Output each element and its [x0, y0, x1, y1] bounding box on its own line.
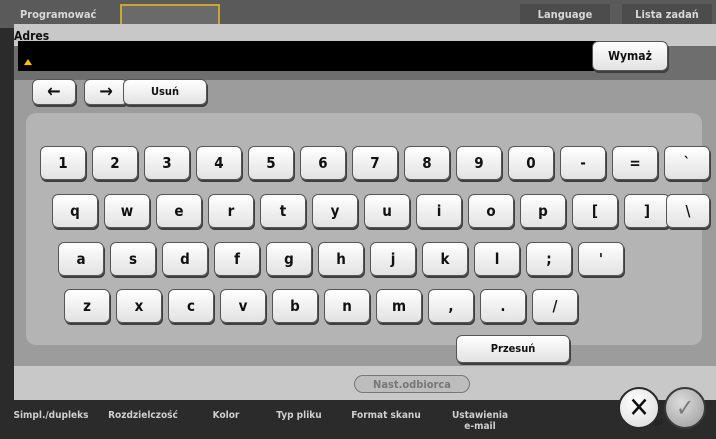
key-period[interactable]: . — [480, 289, 526, 323]
key-m[interactable]: m — [376, 289, 422, 323]
key-v[interactable]: v — [220, 289, 266, 323]
background-function-tabs: Simpl./dupleks Rozdzielczość Kolor Typ p… — [0, 400, 716, 439]
next-recipient-button[interactable]: Nast.odbiorca — [354, 375, 470, 393]
tab-email-settings: Ustawienia e-mail — [451, 410, 509, 432]
key-d[interactable]: d — [162, 242, 208, 276]
key-i[interactable]: i — [416, 194, 462, 228]
key-quote[interactable]: ' — [578, 242, 624, 276]
key-9[interactable]: 9 — [456, 146, 502, 180]
ok-button[interactable]: ✓ — [664, 387, 706, 429]
key-p[interactable]: p — [520, 194, 566, 228]
key-q[interactable]: q — [52, 194, 98, 228]
key-x[interactable]: x — [116, 289, 162, 323]
key-minus[interactable]: - — [560, 146, 606, 180]
cursor-left-button[interactable]: ← — [32, 79, 76, 105]
key-z[interactable]: z — [64, 289, 110, 323]
key-3[interactable]: 3 — [144, 146, 190, 180]
key-1[interactable]: 1 — [40, 146, 86, 180]
tab-scan-size: Format skanu — [351, 410, 421, 421]
key-5[interactable]: 5 — [248, 146, 294, 180]
key-a[interactable]: a — [58, 242, 104, 276]
cursor-right-button[interactable]: → — [84, 79, 128, 105]
key-comma[interactable]: , — [428, 289, 474, 323]
key-w[interactable]: w — [104, 194, 150, 228]
text-cursor-icon — [24, 59, 32, 65]
tab-color: Kolor — [212, 410, 240, 421]
key-left-bracket[interactable]: [ — [572, 194, 618, 228]
key-e[interactable]: e — [156, 194, 202, 228]
programming-tab: Programować — [20, 8, 97, 21]
address-input[interactable] — [18, 41, 600, 71]
key-k[interactable]: k — [422, 242, 468, 276]
key-semicolon[interactable]: ; — [526, 242, 572, 276]
key-f[interactable]: f — [214, 242, 260, 276]
key-8[interactable]: 8 — [404, 146, 450, 180]
key-slash[interactable]: / — [532, 289, 578, 323]
shift-button[interactable]: Przesuń — [456, 335, 570, 363]
key-l[interactable]: l — [474, 242, 520, 276]
tab-resolution: Rozdzielczość — [108, 410, 178, 421]
key-g[interactable]: g — [266, 242, 312, 276]
key-t[interactable]: t — [260, 194, 306, 228]
key-4[interactable]: 4 — [196, 146, 242, 180]
key-backslash[interactable]: \ — [666, 194, 710, 228]
key-right-bracket[interactable]: ] — [624, 194, 670, 228]
key-2[interactable]: 2 — [92, 146, 138, 180]
clear-button[interactable]: Wymaż — [592, 41, 668, 71]
key-0[interactable]: 0 — [508, 146, 554, 180]
key-equals[interactable]: = — [612, 146, 658, 180]
cancel-button[interactable]: ✕ — [618, 387, 660, 429]
mode-icons — [120, 4, 220, 26]
key-u[interactable]: u — [364, 194, 410, 228]
key-j[interactable]: j — [370, 242, 416, 276]
key-o[interactable]: o — [468, 194, 514, 228]
language-button: Language — [520, 4, 610, 26]
key-s[interactable]: s — [110, 242, 156, 276]
key-r[interactable]: r — [208, 194, 254, 228]
tab-file-type: Typ pliku — [276, 410, 322, 421]
delete-button[interactable]: Usuń — [123, 79, 207, 105]
key-7[interactable]: 7 — [352, 146, 398, 180]
key-6[interactable]: 6 — [300, 146, 346, 180]
key-c[interactable]: c — [168, 289, 214, 323]
job-list-button: Lista zadań — [622, 4, 712, 26]
tab-duplex: Simpl./dupleks — [13, 410, 89, 421]
key-n[interactable]: n — [324, 289, 370, 323]
key-h[interactable]: h — [318, 242, 364, 276]
key-backtick[interactable]: ` — [664, 146, 710, 180]
key-y[interactable]: y — [312, 194, 358, 228]
key-b[interactable]: b — [272, 289, 318, 323]
